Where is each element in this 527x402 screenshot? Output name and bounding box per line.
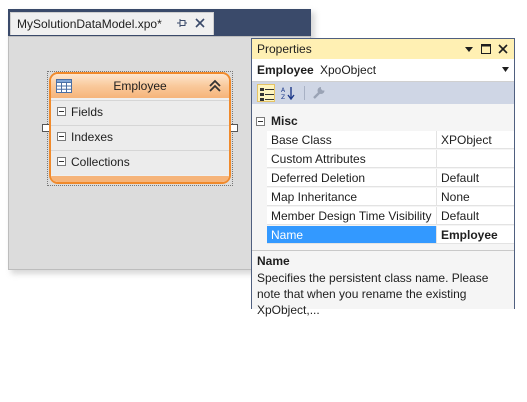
resize-handle-right[interactable] <box>230 124 238 132</box>
property-name: Member Design Time Visibility <box>267 207 437 225</box>
property-value[interactable]: XPObject <box>437 131 514 149</box>
properties-window: Properties Employee XpoObject A Z Misc B… <box>251 38 515 317</box>
description-text: Specifies the persistent class name. Ple… <box>257 271 489 317</box>
collapse-toggle-icon[interactable] <box>256 117 265 126</box>
section-indexes[interactable]: Indexes <box>51 125 229 150</box>
property-row-name[interactable]: Name Employee <box>252 226 514 245</box>
property-row-deferred-deletion[interactable]: Deferred Deletion Default <box>252 169 514 188</box>
section-label: Fields <box>71 105 104 119</box>
properties-title-bar[interactable]: Properties <box>252 39 514 60</box>
property-value[interactable]: Employee <box>437 226 514 244</box>
object-selector[interactable]: Employee XpoObject <box>252 59 514 82</box>
collapse-toggle-icon[interactable] <box>57 132 66 141</box>
chevron-down-icon[interactable] <box>502 67 509 72</box>
category-label: Misc <box>271 114 298 128</box>
category-misc[interactable]: Misc <box>252 112 514 131</box>
document-tab[interactable]: MySolutionDataModel.xpo* <box>10 12 214 35</box>
description-panel: Name Specifies the persistent class name… <box>252 250 514 317</box>
property-value[interactable] <box>437 150 514 168</box>
property-name: Name <box>267 226 437 244</box>
property-name: Map Inheritance <box>267 188 437 206</box>
close-icon[interactable] <box>498 44 508 54</box>
entity-body: Fields Indexes Collections <box>51 98 229 182</box>
collapse-toggle-icon[interactable] <box>57 107 66 116</box>
property-row-map-inheritance[interactable]: Map Inheritance None <box>252 188 514 207</box>
collapse-toggle-icon[interactable] <box>57 157 66 166</box>
maximize-icon[interactable] <box>481 44 491 54</box>
categorized-button[interactable] <box>257 84 275 102</box>
entity-footer <box>51 176 229 182</box>
section-collections[interactable]: Collections <box>51 150 229 175</box>
document-tab-title: MySolutionDataModel.xpo* <box>17 17 162 31</box>
property-value[interactable]: Default <box>437 169 514 187</box>
section-fields[interactable]: Fields <box>51 100 229 125</box>
property-value[interactable]: Default <box>437 207 514 225</box>
property-grid: Misc Base Class XPObject Custom Attribut… <box>252 112 514 245</box>
categorized-icon <box>260 88 274 101</box>
property-value[interactable]: None <box>437 188 514 206</box>
entity-title: Employee <box>113 79 167 93</box>
alphabetical-button[interactable]: A Z <box>279 84 297 102</box>
property-row-member-design-time-visibility[interactable]: Member Design Time Visibility Default <box>252 207 514 226</box>
property-name: Custom Attributes <box>267 150 437 168</box>
properties-toolbar: A Z <box>252 82 514 104</box>
description-title: Name <box>257 254 290 268</box>
property-row-custom-attributes[interactable]: Custom Attributes <box>252 150 514 169</box>
property-pages-button[interactable] <box>310 84 328 102</box>
toolbar-separator <box>304 86 305 100</box>
object-type: XpoObject <box>320 63 377 77</box>
property-name: Base Class <box>267 131 437 149</box>
double-chevron-up-icon[interactable] <box>208 79 222 93</box>
properties-title: Properties <box>257 42 312 56</box>
pin-icon[interactable] <box>176 17 188 29</box>
section-label: Collections <box>71 155 130 169</box>
alphabetical-icon: A Z <box>281 87 295 100</box>
close-icon[interactable] <box>194 17 206 29</box>
property-name: Deferred Deletion <box>267 169 437 187</box>
entity-employee[interactable]: Employee Fields Indexes Collections <box>49 72 231 184</box>
section-label: Indexes <box>71 130 114 144</box>
property-row-base-class[interactable]: Base Class XPObject <box>252 131 514 150</box>
wrench-icon <box>313 87 325 99</box>
svg-text:A: A <box>281 87 286 94</box>
document-tab-strip: MySolutionDataModel.xpo* <box>8 9 311 36</box>
entity-header[interactable]: Employee <box>51 74 229 98</box>
object-name: Employee <box>257 63 314 77</box>
window-position-dropdown-icon[interactable] <box>464 44 474 54</box>
svg-text:Z: Z <box>281 94 285 100</box>
